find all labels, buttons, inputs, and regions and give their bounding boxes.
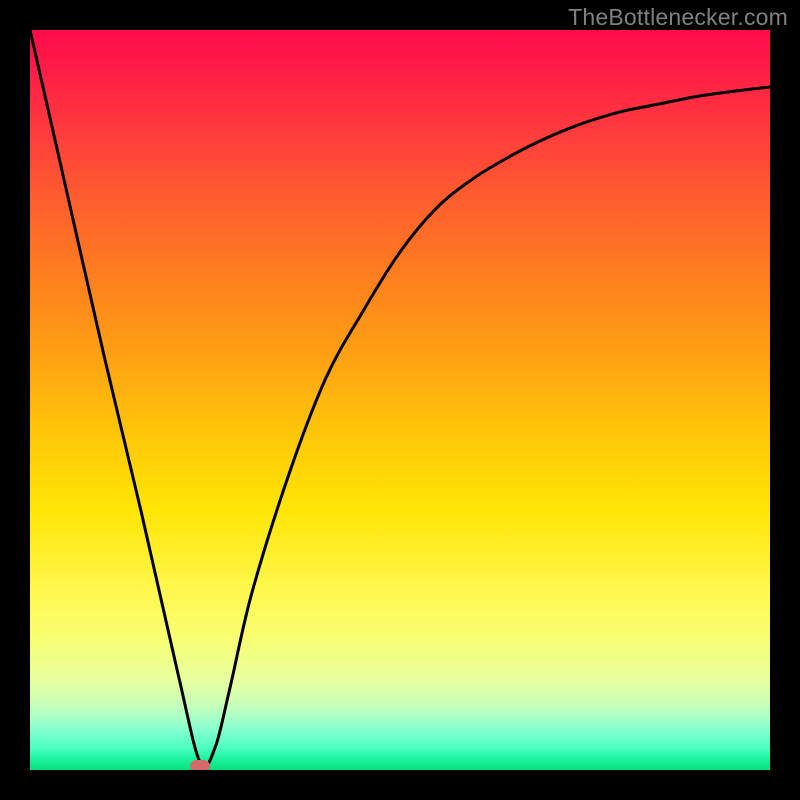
watermark-text: TheBottlenecker.com <box>568 4 788 31</box>
chart-frame: TheBottlenecker.com <box>0 0 800 800</box>
curve-path <box>30 30 770 767</box>
plot-area <box>30 30 770 770</box>
bottleneck-curve <box>30 30 770 770</box>
optimum-marker <box>190 760 210 770</box>
